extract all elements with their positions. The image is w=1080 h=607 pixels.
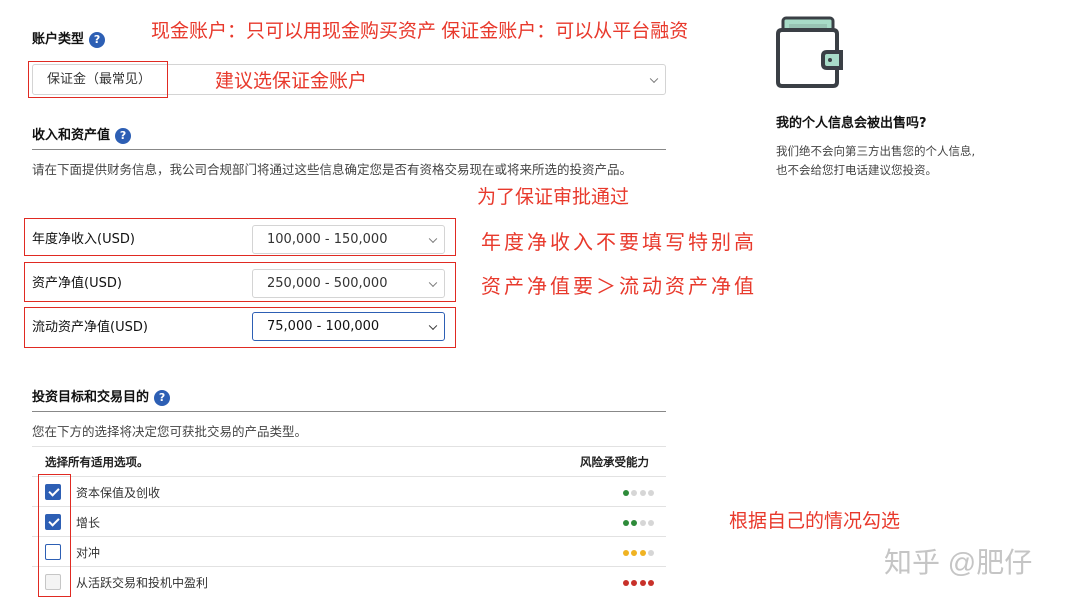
- liquid-net-worth-value: 75,000 - 100,000: [267, 319, 380, 334]
- annotation-select-margin: 建议选保证金账户: [215, 71, 368, 92]
- table-divider: [32, 446, 666, 447]
- risk-dot: [622, 550, 629, 556]
- risk-dot: [631, 550, 637, 556]
- net-worth-label: 资产净值(USD): [32, 276, 122, 291]
- risk-dot: [639, 550, 646, 556]
- risk-dot: [622, 490, 629, 496]
- objective-label: 对冲: [76, 546, 101, 560]
- privacy-body: 我们绝不会向第三方出售您的个人信息, 也不会给您打电话建议您投资。: [776, 142, 975, 180]
- objective-row[interactable]: 增长: [32, 506, 666, 536]
- objective-row[interactable]: 对冲: [32, 536, 666, 566]
- chevron-down-icon: [649, 74, 659, 83]
- annual-income-label: 年度净收入(USD): [32, 232, 135, 247]
- annotation-account-types: 现金账户：只可以用现金购买资产 保证金账户：可以从平台融资: [151, 21, 689, 42]
- privacy-title: 我的个人信息会被出售吗?: [776, 116, 927, 131]
- help-icon[interactable]: ?: [154, 389, 171, 406]
- risk-level-indicator: [620, 578, 654, 586]
- risk-level-indicator: [620, 488, 654, 496]
- net-worth-value: 250,000 - 500,000: [267, 276, 388, 291]
- objective-label: 从活跃交易和投机中盈利: [76, 576, 209, 590]
- wallet-icon: [775, 16, 845, 92]
- risk-dot: [648, 490, 654, 496]
- objective-row[interactable]: 从活跃交易和投机中盈利: [32, 566, 666, 596]
- risk-dot: [631, 520, 637, 526]
- risk-dot: [622, 580, 629, 586]
- risk-dot: [639, 580, 646, 586]
- annual-income-value: 100,000 - 150,000: [267, 232, 388, 247]
- objective-label: 资本保值及创收: [76, 486, 161, 500]
- objective-row[interactable]: 资本保值及创收: [32, 476, 666, 506]
- objectives-list: 资本保值及创收 增长对冲从活跃交易和投机中盈利: [32, 476, 666, 596]
- income-description: 请在下面提供财务信息，我公司合规部门将通过这些信息确定您是否有资格交易现在或将来…: [32, 162, 633, 177]
- risk-dot: [622, 520, 629, 526]
- help-icon[interactable]: ?: [89, 31, 106, 48]
- income-title: 收入和资产值?: [32, 124, 132, 144]
- liquid-net-worth-label: 流动资产净值(USD): [32, 320, 148, 335]
- section-divider: [32, 411, 666, 412]
- objectives-title: 投资目标和交易目的?: [32, 386, 171, 406]
- risk-dot: [639, 490, 646, 496]
- chevron-down-icon: [428, 234, 438, 243]
- risk-dot: [648, 580, 654, 586]
- risk-tolerance-header: 风险承受能力: [580, 455, 649, 469]
- annotation-annual-income: 年度净收入不要填写特别高: [481, 230, 757, 254]
- account-type-title: 账户类型?: [32, 28, 106, 48]
- annotation-box-checkboxes: [38, 474, 71, 597]
- privacy-body-line-1: 我们绝不会向第三方出售您的个人信息,: [776, 144, 976, 158]
- annotation-net-worth: 资产净值要＞流动资产净值: [481, 274, 757, 298]
- net-worth-select[interactable]: 250,000 - 500,000: [252, 269, 445, 298]
- objective-label: 增长: [76, 516, 101, 530]
- risk-dot: [648, 520, 654, 526]
- watermark: 知乎 @肥仔: [884, 547, 1033, 578]
- risk-dot: [648, 550, 654, 556]
- risk-level-indicator: [620, 518, 654, 526]
- risk-dot: [639, 520, 646, 526]
- privacy-body-line-2: 也不会给您打电话建议您投资。: [776, 163, 937, 177]
- risk-dot: [631, 580, 637, 586]
- annotation-box-account-type: [28, 61, 168, 98]
- annotation-approval: 为了保证审批通过: [477, 187, 630, 208]
- annotation-check-options: 根据自己的情况勾选: [729, 511, 901, 532]
- chevron-down-icon: [428, 278, 438, 287]
- help-icon[interactable]: ?: [115, 127, 132, 144]
- objectives-description: 您在下方的选择将决定您可获批交易的产品类型。: [32, 424, 308, 439]
- annual-income-select[interactable]: 100,000 - 150,000: [252, 225, 445, 254]
- risk-dot: [631, 490, 637, 496]
- chevron-down-icon: [428, 321, 438, 330]
- select-all-header: 选择所有适用选项。: [45, 455, 149, 469]
- liquid-net-worth-select[interactable]: 75,000 - 100,000: [252, 312, 445, 341]
- risk-level-indicator: [620, 548, 654, 556]
- section-divider: [32, 149, 666, 150]
